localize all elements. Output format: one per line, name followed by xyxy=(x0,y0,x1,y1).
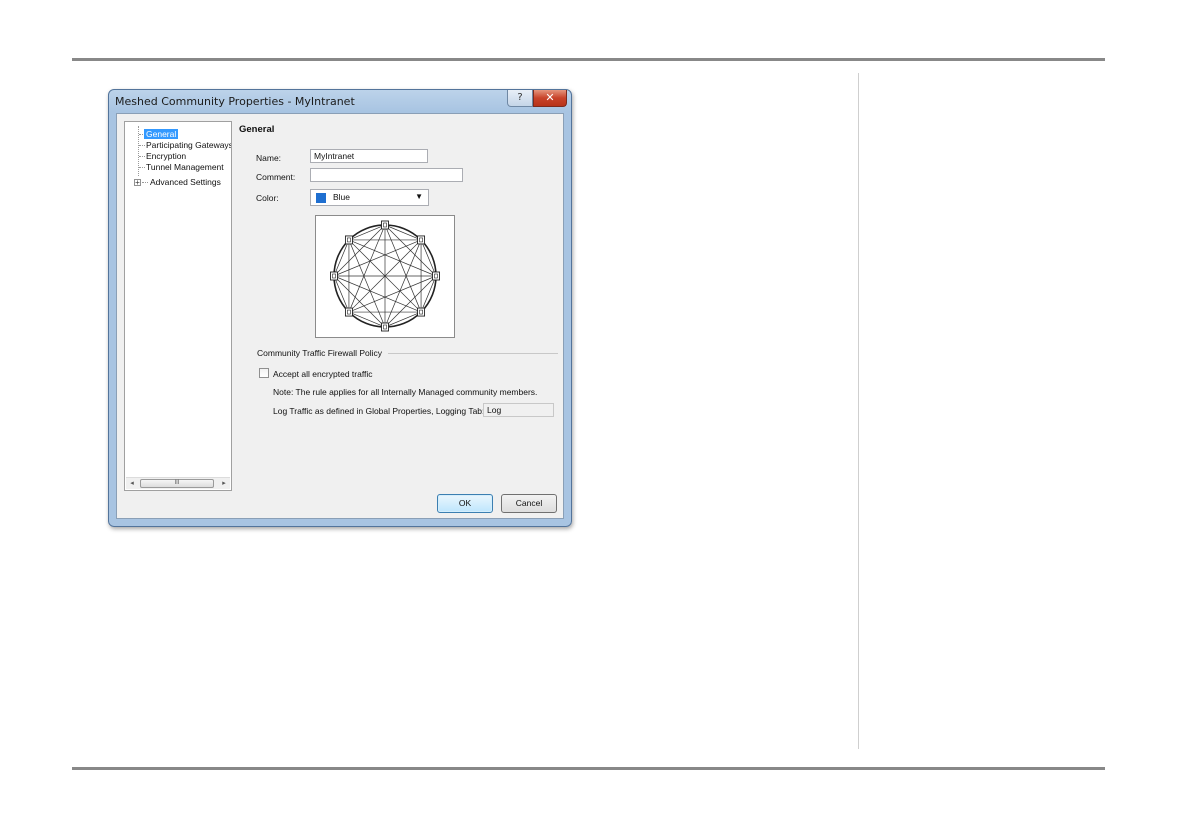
gateway-node-icon xyxy=(344,235,353,245)
page-bottom-rule xyxy=(72,767,1105,770)
dialog-client-area: General Participating Gateways Encryptio… xyxy=(116,113,564,519)
color-select-value: Blue xyxy=(333,192,351,202)
gateway-node-icon xyxy=(417,235,426,245)
gateway-node-icon xyxy=(432,271,440,281)
properties-dialog: Meshed Community Properties - MyIntranet… xyxy=(108,89,572,527)
scroll-left-icon[interactable]: ◂ xyxy=(127,479,137,488)
tree-item-advanced-settings[interactable]: Advanced Settings xyxy=(150,177,221,187)
policy-note: Note: The rule applies for all Internall… xyxy=(273,387,538,397)
dialog-titlebar[interactable]: Meshed Community Properties - MyIntranet… xyxy=(109,90,571,112)
name-label: Name: xyxy=(256,153,282,163)
name-field[interactable]: MyIntranet xyxy=(310,149,428,163)
meshed-topology-graphic xyxy=(330,220,440,332)
color-swatch xyxy=(316,193,326,203)
section-title: General xyxy=(239,124,275,135)
grip-icon: III xyxy=(174,480,180,486)
color-select[interactable]: Blue ▼ xyxy=(310,189,429,206)
tree-connector xyxy=(139,145,145,146)
chevron-down-icon: ▼ xyxy=(415,192,423,201)
color-label: Color: xyxy=(256,193,279,203)
dialog-title: Meshed Community Properties - MyIntranet xyxy=(115,95,355,108)
gateway-node-icon xyxy=(344,307,353,317)
gateway-node-icon xyxy=(417,307,426,317)
close-icon: ✕ xyxy=(545,91,555,104)
ok-button[interactable]: OK xyxy=(437,494,493,513)
policy-group-title: Community Traffic Firewall Policy xyxy=(257,348,383,358)
tree-connector xyxy=(139,167,145,168)
page-top-rule xyxy=(72,58,1105,61)
accept-encrypted-label[interactable]: Accept all encrypted traffic xyxy=(273,369,373,379)
log-traffic-label: Log Traffic as defined in Global Propert… xyxy=(273,406,485,416)
help-button[interactable]: ? xyxy=(507,90,533,107)
meshed-community-icon xyxy=(315,215,455,338)
gateway-node-icon xyxy=(381,322,389,332)
gateway-node-icon xyxy=(330,271,338,281)
page-column-divider xyxy=(858,73,859,749)
tree-horizontal-scrollbar[interactable]: ◂ III ▸ xyxy=(126,477,230,489)
cancel-button[interactable]: Cancel xyxy=(501,494,557,513)
scroll-right-icon[interactable]: ▸ xyxy=(219,479,229,488)
tree-item-encryption[interactable]: Encryption xyxy=(146,151,186,161)
tree-item-tunnel-management[interactable]: Tunnel Management xyxy=(146,162,224,172)
gateway-node-icon xyxy=(381,220,389,230)
tree-item-participating-gateways[interactable]: Participating Gateways xyxy=(146,140,231,150)
tree-item-general[interactable]: General xyxy=(144,129,179,139)
expand-icon[interactable]: + xyxy=(134,179,141,187)
group-separator xyxy=(388,353,558,354)
scrollbar-thumb[interactable]: III xyxy=(140,479,214,488)
help-icon: ? xyxy=(517,92,523,103)
log-traffic-field: Log xyxy=(483,403,554,417)
tree-connector xyxy=(139,156,145,157)
close-button[interactable]: ✕ xyxy=(533,90,567,107)
tree-connector xyxy=(142,182,148,183)
comment-label: Comment: xyxy=(256,172,296,182)
comment-field[interactable] xyxy=(310,168,463,182)
accept-encrypted-checkbox[interactable] xyxy=(259,368,269,378)
settings-tree[interactable]: General Participating Gateways Encryptio… xyxy=(124,121,232,491)
